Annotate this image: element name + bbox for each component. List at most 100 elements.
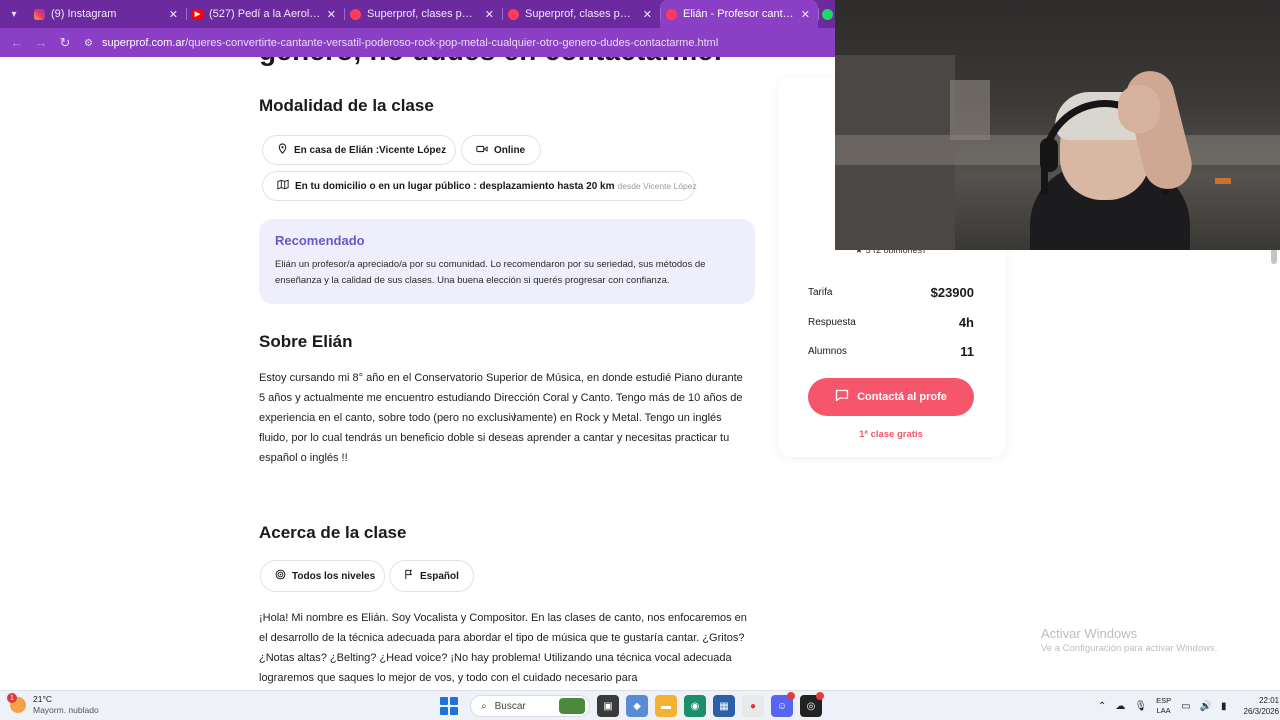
chat-bubble-icon — [835, 389, 849, 405]
browser-tab[interactable]: (9) Instagram ✕ — [28, 0, 186, 28]
clock-time: 22:01 — [1259, 696, 1280, 705]
system-tray: ⌃ ☁ 🎙 ESP LAA ▭ 🔊 ▮ 22:01 26/3/2026 — [1098, 695, 1279, 717]
recommended-body: Elián un profesor/a apreciado/a por su c… — [275, 259, 706, 286]
travel-chip: En tu domicilio o en un lugar público : … — [262, 171, 697, 201]
level-chip: Todos los niveles — [260, 560, 385, 592]
recommended-box: Recomendado Elián un profesor/a apreciad… — [259, 219, 755, 304]
online-chip: Online — [461, 135, 541, 165]
page-title: género, no dudes en contactarme! — [259, 57, 723, 67]
search-label: Buscar — [494, 700, 526, 712]
students-value: 11 — [960, 344, 974, 359]
superprof-icon — [508, 8, 519, 20]
windows-activation-watermark: Activar Windows Ve a Configuración para … — [1041, 626, 1217, 654]
task-view-icon[interactable]: ▣ — [597, 695, 619, 717]
volume-icon[interactable]: 🔊 — [1200, 701, 1212, 712]
youtube-icon: ▶ — [192, 8, 203, 20]
tab-title: (9) Instagram — [51, 8, 117, 20]
browser-tab[interactable]: ▶ (527) Pedí a la Aerolínea que D ✕ — [186, 0, 344, 28]
watermark-title: Activar Windows — [1041, 626, 1138, 641]
battery-icon[interactable]: ▮ — [1221, 701, 1227, 712]
tab-title: (527) Pedí a la Aerolínea que D — [209, 8, 321, 20]
language-label: Español — [420, 570, 459, 582]
price-row: Tarifa $23900 — [808, 285, 974, 300]
windows-taskbar: 1 21°C Mayorm. nublado ⌕ Buscar ▣ ◆ ▬ ◉ … — [0, 690, 1280, 720]
microphone-icon[interactable]: 🎙 — [1134, 701, 1147, 712]
tab-close-icon[interactable]: ✕ — [327, 8, 336, 21]
language-chip: Español — [389, 560, 474, 592]
chevron-up-icon[interactable]: ⌃ — [1098, 701, 1106, 712]
about-text: Estoy cursando mi 8° año en el Conservat… — [259, 372, 743, 464]
response-row: Respuesta 4h — [808, 315, 974, 330]
forward-arrow-icon[interactable]: → — [30, 32, 52, 54]
students-label: Alumnos — [808, 346, 847, 357]
map-icon — [277, 179, 289, 193]
online-label: Online — [494, 144, 526, 156]
instagram-icon — [34, 8, 45, 20]
response-value: 4h — [958, 315, 974, 330]
search-highlight-image — [559, 698, 585, 714]
travel-label: En tu domicilio o en un lugar público : … — [295, 180, 615, 192]
tab-search-chevron-icon[interactable]: ▾ — [0, 0, 28, 28]
browser-tab[interactable] — [818, 0, 833, 28]
search-icon: ⌕ — [481, 700, 487, 712]
weather-widget[interactable]: 1 21°C Mayorm. nublado — [7, 693, 99, 716]
notification-badge: 1 — [7, 693, 17, 703]
contact-teacher-button[interactable]: Contactá al profe — [808, 378, 974, 416]
url-host: superprof.com.ar — [102, 36, 186, 49]
recommended-title: Recomendado — [275, 233, 365, 248]
chrome-icon[interactable]: ● — [742, 695, 764, 717]
whatsapp-icon — [822, 8, 833, 20]
discord-icon[interactable]: ☺ — [771, 692, 795, 717]
tab-close-icon[interactable]: ✕ — [485, 8, 494, 21]
class-heading: Acerca de la clase — [259, 523, 407, 542]
widgets-icon[interactable]: ◆ — [626, 695, 648, 717]
map-pin-icon — [277, 143, 288, 157]
input-language[interactable]: ESP LAA — [1156, 696, 1171, 716]
clock-date: 26/3/2026 — [1243, 707, 1280, 716]
price-label: Tarifa — [808, 287, 833, 298]
browser-tab[interactable]: Superprof, clases particulares p ✕ — [502, 0, 660, 28]
obs-icon[interactable]: ◎ — [800, 692, 824, 717]
network-icon[interactable]: ▭ — [1181, 701, 1190, 712]
response-label: Respuesta — [808, 317, 856, 328]
store-icon[interactable]: ▦ — [713, 695, 735, 717]
url-path: /queres-convertirte-cantante-versatil-po… — [185, 36, 719, 49]
address-bar[interactable]: ⚙ superprof.com.ar/queres-convertirte-ca… — [84, 37, 718, 49]
tab-title: Elián - Profesor canto en Vicent — [683, 8, 795, 20]
edge-icon[interactable]: ◉ — [684, 695, 706, 717]
target-icon — [275, 569, 286, 583]
tab-close-icon[interactable]: ✕ — [169, 8, 178, 21]
students-row: Alumnos 11 — [808, 344, 974, 359]
tab-close-icon[interactable]: ✕ — [643, 8, 652, 21]
windows-start-icon[interactable] — [440, 697, 458, 715]
text-cursor-icon: I — [513, 412, 516, 423]
reload-icon[interactable]: ↻ — [54, 32, 76, 54]
flag-icon — [404, 569, 414, 583]
location-home-chip: En casa de Elián : Vicente López — [262, 135, 456, 165]
video-camera-icon — [476, 144, 488, 157]
location-home-bold: En casa de Elián : — [294, 144, 380, 156]
travel-origin: desde Vicente López — [617, 181, 697, 191]
superprof-icon — [666, 8, 677, 20]
weather-description: Mayorm. nublado — [33, 705, 99, 715]
class-text: ¡Hola! Mi nombre es Elián. Soy Vocalista… — [259, 612, 747, 684]
address-toolbar: ← → ↻ ⚙ superprof.com.ar/queres-converti… — [0, 28, 835, 57]
tab-close-icon[interactable]: ✕ — [801, 8, 810, 21]
watermark-subtitle: Ve a Configuración para activar Windows. — [1041, 643, 1218, 654]
price-value: $23900 — [930, 285, 974, 300]
superprof-icon — [350, 8, 361, 20]
taskbar-search[interactable]: ⌕ Buscar — [470, 695, 590, 717]
browser-tab[interactable]: Superprof, clases particulares p ✕ — [344, 0, 502, 28]
weather-temperature: 21°C — [33, 694, 52, 704]
site-info-icon[interactable]: ⚙ — [84, 38, 94, 49]
back-arrow-icon[interactable]: ← — [6, 32, 28, 54]
onedrive-icon[interactable]: ☁ — [1115, 701, 1125, 712]
keyboard-layout: LAA — [1156, 706, 1171, 715]
system-clock[interactable]: 22:01 26/3/2026 — [1244, 695, 1280, 717]
contact-label: Contactá al profe — [857, 391, 947, 403]
tab-title: Superprof, clases particulares p — [525, 8, 637, 20]
browser-tab-active[interactable]: Elián - Profesor canto en Vicent ✕ — [660, 0, 818, 28]
modalidad-heading: Modalidad de la clase — [259, 96, 434, 115]
file-explorer-icon[interactable]: ▬ — [655, 695, 677, 717]
free-class-label: 1ª clase gratis — [859, 429, 923, 440]
